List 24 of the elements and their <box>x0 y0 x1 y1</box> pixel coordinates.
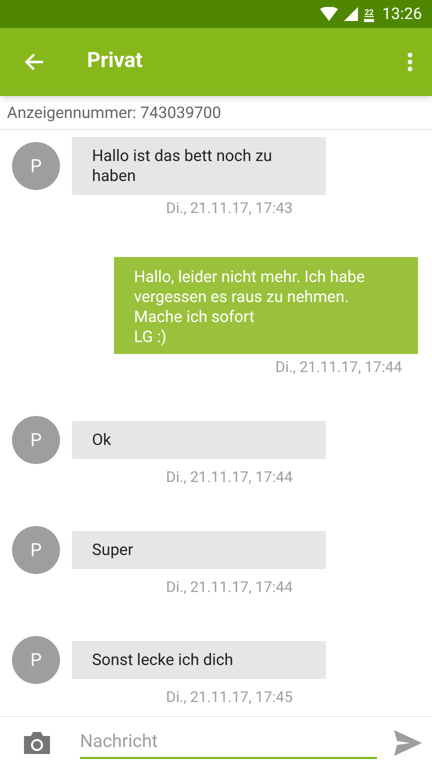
camera-icon <box>24 732 50 754</box>
message-time: Di., 21.11.17, 17:44 <box>166 467 293 488</box>
received-message: Sonst lecke ich dich <box>72 641 326 679</box>
received-message: Hallo ist das bett noch zu haben <box>72 137 326 195</box>
chat-title: Privat <box>87 48 143 76</box>
send-icon <box>394 730 422 756</box>
received-message: Super <box>72 531 326 569</box>
avatar: P <box>12 142 60 190</box>
message-time: Di., 21.11.17, 17:45 <box>166 687 293 708</box>
avatar: P <box>12 636 60 684</box>
ad-number: Anzeigennummer: 743039700 <box>7 102 222 124</box>
sent-message: Hallo, leider nicht mehr. Ich habe vergessen es raus zu nehmen. Mache ich sofort LG :) <box>114 257 418 354</box>
more-options-icon <box>407 52 413 72</box>
message-time: Di., 21.11.17, 17:44 <box>166 577 293 598</box>
received-message: Ok <box>72 421 326 459</box>
message-time: Di., 21.11.17, 17:44 <box>275 357 402 378</box>
back-arrow-icon <box>24 53 44 71</box>
message-input[interactable]: Nachricht <box>80 726 377 758</box>
avatar: P <box>12 526 60 574</box>
message-time: Di., 21.11.17, 17:43 <box>166 198 293 219</box>
clock: 13:26 <box>382 3 422 25</box>
wifi-icon <box>320 7 338 21</box>
avatar: P <box>12 416 60 464</box>
signal-icon <box>344 7 358 21</box>
